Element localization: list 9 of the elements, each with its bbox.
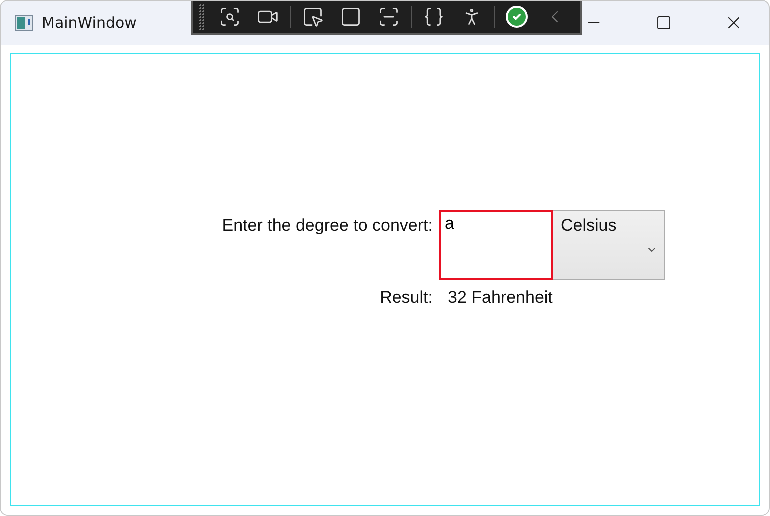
window-title: MainWindow [42,14,137,32]
result-value: 32 Fahrenheit [447,288,554,308]
result-label: Result: [380,288,434,308]
unit-dropdown[interactable]: Celsius [553,210,665,280]
app-icon [15,15,33,31]
maximize-icon[interactable] [656,15,672,31]
degree-label: Enter the degree to convert: [222,215,434,237]
grip-icon[interactable] [199,4,205,30]
degree-input[interactable]: a [439,210,553,280]
